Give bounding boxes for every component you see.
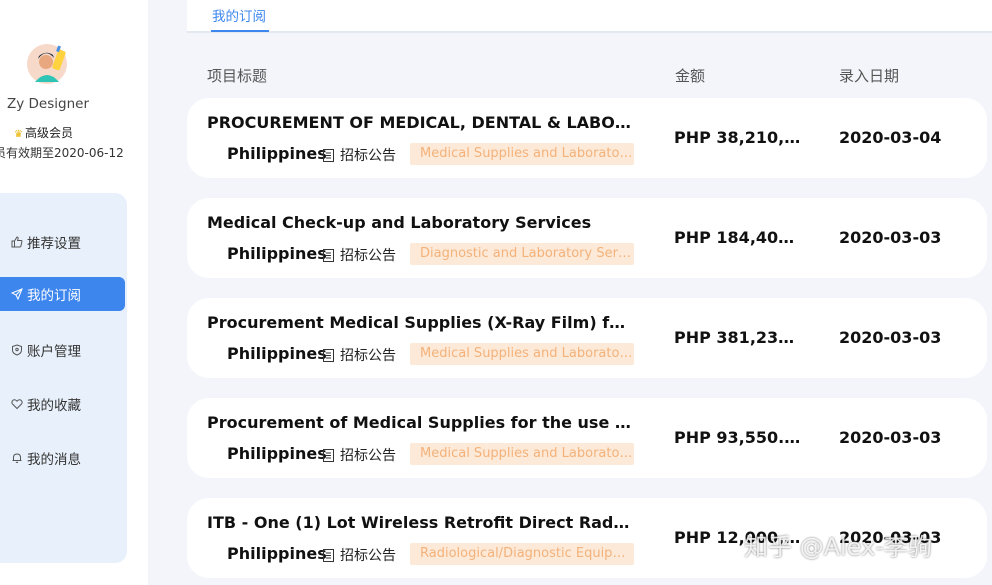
category-tag[interactable]: Radiological/Diagnostic Equipment [410,543,634,565]
tender-country: Philippines [227,144,327,163]
sidebar-item-my-subscriptions[interactable]: 我的订阅 [0,277,125,311]
notice-type: 招标公告 [323,245,396,265]
category-tag[interactable]: Medical Supplies and Laboratory Equipmen… [410,143,634,165]
tender-amount: PHP 38,210,340.00 [674,128,802,147]
tender-country: Philippines [227,344,327,363]
notice-type-label: 招标公告 [340,148,396,164]
document-icon [323,448,334,462]
membership-label: 高级会员 [24,126,73,140]
paper-plane-icon [10,287,24,301]
sidebar-item-my-favorites[interactable]: 我的收藏 [0,387,125,421]
tender-country: Philippines [227,244,327,263]
shield-icon [10,343,24,357]
notice-type: 招标公告 [323,445,396,465]
tender-title[interactable]: Procurement Medical Supplies (X-Ray Film… [207,313,632,332]
tender-row[interactable]: Procurement Medical Supplies (X-Ray Film… [187,298,987,378]
sidebar-item-recommend-settings[interactable]: 推荐设置 [0,225,125,259]
user-name: Zy Designer [7,96,89,112]
column-header-amount: 金额 [675,67,706,85]
tab-bar: 我的订阅 [187,0,992,33]
sidebar-item-label: 我的消息 [27,452,81,468]
document-icon [323,348,334,362]
crown-icon: ♛ [14,129,23,140]
notice-type-label: 招标公告 [340,348,396,364]
tender-amount: PHP 184,400.00 [674,228,802,247]
notice-type: 招标公告 [323,345,396,365]
sidebar-item-label: 账户管理 [27,344,81,360]
tender-date: 2020-03-03 [839,328,942,347]
tender-row[interactable]: Medical Check-up and Laboratory Services… [187,198,987,278]
membership-expiry: 员有效期至2020-06-12 [0,146,124,160]
bell-icon [10,451,24,465]
sidebar-item-label: 推荐设置 [27,236,81,252]
notice-type-label: 招标公告 [340,248,396,264]
tab-my-subscriptions[interactable]: 我的订阅 [212,5,266,25]
sidebar-item-label: 我的订阅 [27,288,81,304]
tender-title[interactable]: Medical Check-up and Laboratory Services [207,213,632,232]
tender-date: 2020-03-03 [839,228,942,247]
sidebar: Zy Designer ♛ 高级会员 员有效期至2020-06-12 推荐设置 我… [0,0,148,585]
sidebar-item-account-management[interactable]: 账户管理 [0,333,125,367]
tender-title[interactable]: PROCUREMENT OF MEDICAL, DENTAL & LABORAT… [207,113,632,132]
user-avatar[interactable] [25,42,69,86]
tender-amount: PHP 381,230.00 [674,328,802,347]
tender-row[interactable]: PROCUREMENT OF MEDICAL, DENTAL & LABORAT… [187,98,987,178]
sidebar-menu: 推荐设置 我的订阅 账户管理 我的收藏 我的消息 [0,193,127,563]
tender-amount: PHP 93,550.00 [674,428,802,447]
document-icon [323,548,334,562]
column-header-title: 项目标题 [207,67,268,85]
sidebar-item-label: 我的收藏 [27,398,81,414]
category-tag[interactable]: Diagnostic and Laboratory Services [410,243,634,265]
sidebar-item-my-messages[interactable]: 我的消息 [0,441,125,475]
tender-date: 2020-03-04 [839,128,942,147]
active-tab-indicator [211,30,269,32]
tender-title[interactable]: Procurement of Medical Supplies for the … [207,413,632,432]
tender-date: 2020-03-03 [839,428,942,447]
notice-type-label: 招标公告 [340,548,396,564]
category-tag[interactable]: Medical Supplies and Laboratory Equipmen… [410,343,634,365]
tender-country: Philippines [227,544,327,563]
thumbs-up-icon [10,235,24,249]
heart-icon [10,397,24,411]
column-header-date: 录入日期 [839,67,900,85]
document-icon [323,248,334,262]
category-tag[interactable]: Medical Supplies and Laboratory Equipmen… [410,443,634,465]
notice-type: 招标公告 [323,145,396,165]
notice-type: 招标公告 [323,545,396,565]
notice-type-label: 招标公告 [340,448,396,464]
tender-title[interactable]: ITB - One (1) Lot Wireless Retrofit Dire… [207,513,632,532]
document-icon [323,148,334,162]
tender-country: Philippines [227,444,327,463]
tender-row[interactable]: Procurement of Medical Supplies for the … [187,398,987,478]
tender-row[interactable]: ITB - One (1) Lot Wireless Retrofit Dire… [187,498,987,578]
tender-amount: PHP 12,000,000.00 [674,528,802,547]
tender-date: 2020-03-03 [839,528,942,547]
membership-badge: ♛ 高级会员 [14,124,73,141]
